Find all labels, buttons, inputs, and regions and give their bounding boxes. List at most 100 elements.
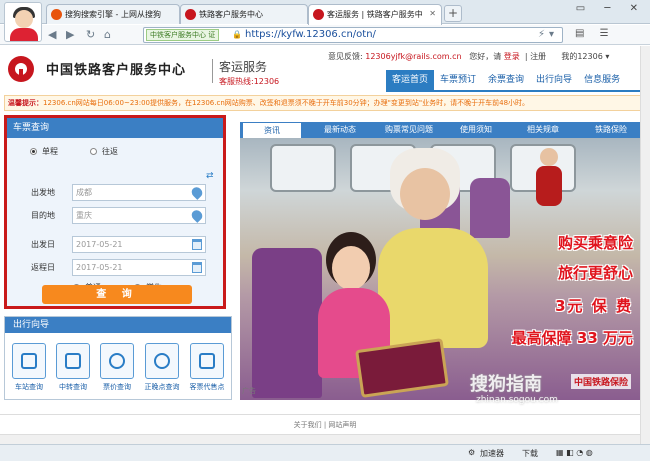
china-railway-logo[interactable] <box>8 56 34 82</box>
register-link[interactable]: 注册 <box>530 52 546 61</box>
horizontal-scrollbar[interactable] <box>0 434 640 444</box>
my12306-menu[interactable]: 我的12306 ▾ <box>561 52 609 61</box>
close-tab-icon[interactable]: ✕ <box>429 9 436 18</box>
guide-label: 中转查询 <box>59 383 87 391</box>
guide-transfer-query[interactable]: 中转查询 <box>55 343 91 392</box>
browser-status-bar: ⚙ 加速器 下载 ▦ ◧ ◔ ◍ <box>0 444 650 461</box>
transfer-icon <box>56 343 90 379</box>
query-form: 单程 往返 出发地 成都 目的地 重庆 出发日 2017-05-21 返程日 2… <box>7 138 223 306</box>
sogou-guide-watermark: 搜狗指南 <box>470 374 542 395</box>
nav-home[interactable]: 客运首页 <box>386 70 435 90</box>
tab-faq[interactable]: 购票常见问题 <box>374 122 444 138</box>
station-icon <box>12 343 46 379</box>
train-seat <box>470 178 510 238</box>
ad-tag: 广告 <box>242 387 256 395</box>
toolbar-menu-icons[interactable]: ▤ ☰ <box>575 28 615 39</box>
footer-links[interactable]: 关于我们 | 网站声明 <box>0 420 650 430</box>
guide-agency-points[interactable]: 客票代售点 <box>189 343 225 392</box>
forward-icon[interactable]: ▶ <box>66 28 74 42</box>
tab-regulations[interactable]: 相关规章 <box>508 122 578 138</box>
travel-guide-panel: 出行向导 车站查询 中转查询 票价查询 正晚点查询 客票代售点 <box>4 316 232 400</box>
vertical-scrollbar[interactable] <box>640 46 650 444</box>
grandmother-body <box>378 228 488 348</box>
location-pin-icon <box>189 208 205 223</box>
site-verified-badge[interactable]: 中铁客户服务中心 证 <box>146 29 220 41</box>
tab-news[interactable]: 资讯 <box>242 122 302 138</box>
calendar-icon[interactable] <box>192 239 202 250</box>
to-station-input[interactable]: 重庆 <box>72 207 206 224</box>
home-icon[interactable]: ⌂ <box>104 28 111 42</box>
nav-booking[interactable]: 车票预订 <box>434 70 482 90</box>
clock-icon <box>145 343 179 379</box>
back-icon[interactable]: ◀ <box>48 28 56 42</box>
ticket-office-icon <box>190 343 224 379</box>
login-link[interactable]: 登录 <box>504 52 520 61</box>
one-way-label: 单程 <box>42 147 58 156</box>
sogou-favicon-icon <box>51 9 62 20</box>
user-avatar[interactable] <box>4 2 42 42</box>
insurer-logo-text: 中国铁路保险 <box>570 374 631 389</box>
info-tabs: 资讯 最新动态 购票常见问题 使用须知 相关规章 铁路保险 <box>240 122 645 138</box>
yen-icon <box>100 343 134 379</box>
nav-remaining-tickets[interactable]: 余票查询 <box>482 70 530 90</box>
location-pin-icon <box>189 185 205 200</box>
search-button[interactable]: 查 询 <box>42 285 192 304</box>
notice-label: 温馨提示： <box>8 99 43 107</box>
one-way-radio[interactable] <box>30 148 37 155</box>
site-header: 中国铁路客户服务中心 客运服务 客服热线:12306 意见反馈: 12306yj… <box>0 46 650 93</box>
round-trip-radio[interactable] <box>90 148 97 155</box>
address-tools-icon[interactable]: ⚡▾ <box>538 29 558 40</box>
browser-tab-sogou[interactable]: 搜狗搜索引擎 - 上网从搜狗 <box>46 4 180 24</box>
hotline-text: 客服热线:12306 <box>219 77 280 86</box>
railway-favicon-icon <box>313 9 324 20</box>
travel-guide-title: 出行向导 <box>5 317 231 333</box>
status-tools-icon[interactable]: ▦ ◧ ◔ ◍ <box>556 448 593 457</box>
depart-date-input[interactable]: 2017-05-21 <box>72 236 206 253</box>
browser-tab-12306-home[interactable]: 铁路客户服务中心 <box>180 4 308 24</box>
guide-label: 客票代售点 <box>189 383 225 391</box>
tab-railway-insurance[interactable]: 铁路保险 <box>578 122 644 138</box>
window-controls[interactable]: ▭ ─ ✕ <box>576 3 646 14</box>
guide-label: 车站查询 <box>15 383 43 391</box>
service-name: 客运服务 <box>219 60 268 74</box>
from-station-input[interactable]: 成都 <box>72 184 206 201</box>
attendant-figure <box>536 166 562 206</box>
browser-tab-12306-passenger[interactable]: 客运服务 | 铁路客户服务中 ✕ <box>308 4 442 25</box>
from-station-value: 成都 <box>76 188 92 197</box>
swap-stations-icon[interactable]: ⇄ <box>206 171 216 193</box>
top-links: 意见反馈: 12306yjfk@rails.com.cn 您好，请 登录 | 注… <box>328 52 610 61</box>
download-button[interactable]: 下载 <box>522 448 538 459</box>
nav-travel-guide[interactable]: 出行向导 <box>530 70 578 90</box>
guide-fare-query[interactable]: 票价查询 <box>99 343 135 392</box>
accelerator-button[interactable]: 加速器 <box>480 448 504 459</box>
refresh-icon[interactable]: ↻ <box>86 28 95 42</box>
accelerator-icon[interactable]: ⚙ <box>468 448 475 457</box>
query-title: 车票查询 <box>7 118 223 138</box>
return-label: 返程日 <box>31 263 55 272</box>
guide-delay-query[interactable]: 正晚点查询 <box>144 343 180 392</box>
insurance-ad-banner[interactable]: 购买乘意险 旅行更舒心 3元 保 费 最高保障 33 万元 中国铁路保险 广告 <box>240 138 645 400</box>
nav-info-service[interactable]: 信息服务 <box>578 70 626 90</box>
guide-label: 正晚点查询 <box>144 383 180 391</box>
tab-latest-updates[interactable]: 最新动态 <box>306 122 374 138</box>
tab-usage-notes[interactable]: 使用须知 <box>444 122 508 138</box>
tab-title: 铁路客户服务中心 <box>199 10 263 19</box>
guide-station-query[interactable]: 车站查询 <box>11 343 47 392</box>
railway-favicon-icon <box>185 9 196 20</box>
new-tab-button[interactable]: + <box>444 5 462 22</box>
notice-bar: 温馨提示：12306.cn网站每日06:00~23:00提供服务，在12306.… <box>4 95 648 111</box>
address-bar[interactable]: 中铁客户服务中心 证 🔒 https://kyfw.12306.cn/otn/ … <box>143 27 563 43</box>
return-date-value: 2017-05-21 <box>76 263 123 272</box>
from-label: 出发地 <box>31 188 55 197</box>
browser-tab-bar: 搜狗搜索引擎 - 上网从搜狗 铁路客户服务中心 客运服务 | 铁路客户服务中 ✕… <box>0 0 650 42</box>
calendar-icon[interactable] <box>192 262 202 273</box>
to-label: 目的地 <box>31 211 55 220</box>
ticket-query-panel: 车票查询 单程 往返 出发地 成都 目的地 重庆 出发日 2017-05-21 … <box>4 115 226 309</box>
return-date-input[interactable]: 2017-05-21 <box>72 259 206 276</box>
url-text[interactable]: https://kyfw.12306.cn/otn/ <box>245 29 376 40</box>
depart-date-value: 2017-05-21 <box>76 240 123 249</box>
feedback-email-link[interactable]: 12306yjfk@rails.com.cn <box>365 52 461 61</box>
promo-line-2: 旅行更舒心 <box>557 264 633 282</box>
promo-line-3: 3元 保 费 <box>555 297 633 315</box>
title-divider <box>212 59 213 83</box>
